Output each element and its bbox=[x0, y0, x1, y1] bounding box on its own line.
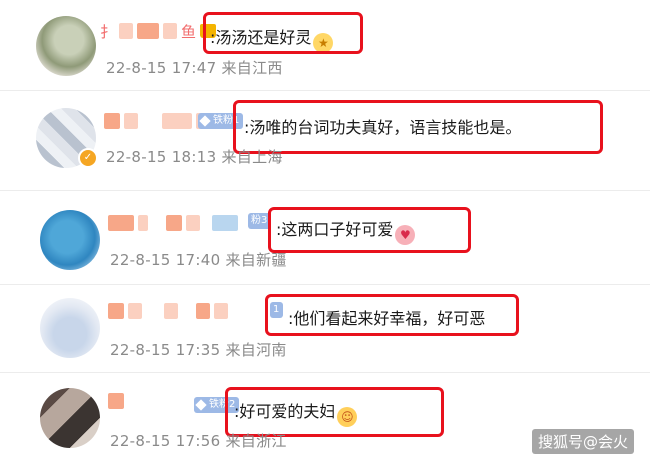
row-separator bbox=[0, 284, 650, 285]
redacted-name bbox=[162, 113, 192, 129]
verified-badge-icon: ✓ bbox=[78, 148, 98, 168]
username[interactable]: 扌 鱼 bbox=[100, 22, 217, 41]
redacted-name bbox=[138, 215, 148, 231]
highlight-box bbox=[268, 207, 471, 253]
redacted-name bbox=[108, 215, 134, 231]
avatar[interactable] bbox=[40, 210, 100, 270]
redacted-name bbox=[119, 23, 134, 39]
redacted-name bbox=[164, 303, 178, 319]
diamond-icon bbox=[199, 115, 211, 127]
redacted-name bbox=[186, 215, 200, 231]
username[interactable] bbox=[108, 302, 228, 320]
highlight-box bbox=[265, 294, 519, 336]
avatar[interactable] bbox=[40, 388, 100, 448]
comment-meta: 22-8-15 17:56 来自浙江 bbox=[110, 432, 287, 450]
redacted-name bbox=[166, 215, 182, 231]
redacted-name bbox=[214, 303, 228, 319]
watermark: 搜狐号@会火 bbox=[531, 429, 634, 454]
comment-meta: 22-8-15 17:40 来自新疆 bbox=[110, 251, 287, 269]
comment-meta: 22-8-15 17:47 来自江西 bbox=[106, 59, 283, 77]
redacted-name bbox=[108, 393, 124, 409]
redacted-name bbox=[128, 303, 142, 319]
diamond-icon bbox=[195, 399, 207, 411]
redacted-name bbox=[124, 113, 138, 129]
username[interactable] bbox=[108, 392, 124, 410]
username[interactable] bbox=[104, 112, 210, 130]
redacted-name bbox=[104, 113, 120, 129]
username-char: 扌 bbox=[100, 22, 116, 41]
redacted-name bbox=[212, 215, 238, 231]
comment-meta: 22-8-15 17:35 来自河南 bbox=[110, 341, 287, 359]
redacted-name bbox=[137, 23, 160, 39]
avatar[interactable] bbox=[40, 298, 100, 358]
row-separator bbox=[0, 190, 650, 191]
redacted-name bbox=[108, 303, 124, 319]
username[interactable] bbox=[108, 214, 238, 232]
username-char: 鱼 bbox=[181, 22, 197, 41]
row-separator bbox=[0, 372, 650, 373]
comment-meta: 22-8-15 18:13 来自上海 bbox=[106, 148, 283, 166]
redacted-name bbox=[196, 303, 210, 319]
redacted-name bbox=[163, 23, 178, 39]
highlight-box bbox=[233, 100, 603, 154]
row-separator bbox=[0, 90, 650, 91]
highlight-box bbox=[203, 12, 363, 54]
avatar[interactable] bbox=[36, 16, 96, 76]
